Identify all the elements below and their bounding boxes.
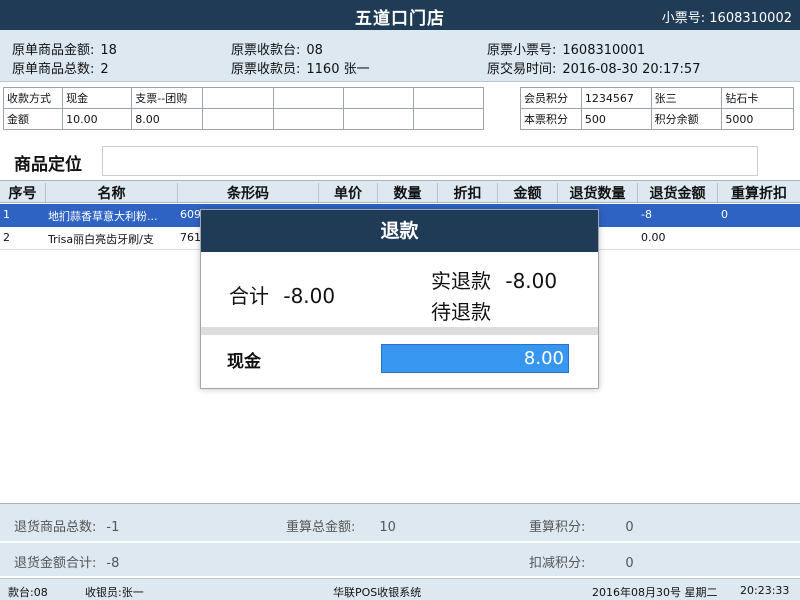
member-table: 会员积分 1234567 张三 钻石卡 本票积分 500 积分余额 5000 xyxy=(520,87,794,130)
row-no: 2 xyxy=(3,231,10,244)
dialog-separator xyxy=(201,327,598,335)
original-count: 原单商品总数: 2 xyxy=(12,62,109,77)
payment-method-cell[interactable] xyxy=(202,87,274,109)
ticket-label: 小票号: xyxy=(661,11,706,26)
row-name: 地扪蒜香草意大利粉... xyxy=(48,210,158,223)
return-count: 退货商品总数: -1 xyxy=(14,520,120,535)
row-no: 1 xyxy=(3,208,10,221)
row-return-amount[interactable]: 0.00 xyxy=(641,231,666,244)
column-header-recalc-discount[interactable]: 重算折扣 xyxy=(718,183,800,202)
return-amount-total: 退货金额合计: -8 xyxy=(14,556,120,571)
cash-label: 现金 xyxy=(227,352,261,372)
original-register: 原票收款台: 08 xyxy=(231,43,323,58)
column-header-amount[interactable]: 金额 xyxy=(498,183,558,202)
status-system-name: 华联POS收银系统 xyxy=(333,586,422,599)
column-header-return-amount[interactable]: 退货金额 xyxy=(638,183,718,202)
original-ticket: 原票小票号: 1608310001 xyxy=(487,43,646,58)
payment-amount-row: 金额 10.00 8.00 xyxy=(2,108,485,130)
payment-method-row: 收款方式 现金 支票--团购 xyxy=(2,87,485,109)
pending-refund: 待退款 xyxy=(431,300,491,324)
row-barcode: 609 xyxy=(180,208,201,221)
payment-method-label: 收款方式 xyxy=(2,87,64,109)
status-register: 款台:08 xyxy=(8,586,48,599)
status-cashier: 收银员:张一 xyxy=(85,586,144,599)
member-card-level: 钻石卡 xyxy=(721,87,794,109)
original-amount: 原单商品金额: 18 xyxy=(12,43,117,58)
payment-method-cell[interactable]: 支票--团购 xyxy=(131,87,204,109)
refund-dialog: 退款 合计 -8.00 实退款 -8.00 待退款 现金 8.00 xyxy=(200,209,599,389)
ticket-points-label: 本票积分 xyxy=(520,108,582,130)
payment-table: 收款方式 现金 支票--团购 金额 10.00 8.00 xyxy=(2,87,485,130)
recalc-points: 重算积分: 0 xyxy=(529,520,634,535)
payment-method-cell[interactable] xyxy=(412,87,485,109)
member-name: 张三 xyxy=(650,87,723,109)
product-locator-label: 商品定位 xyxy=(14,155,82,175)
payment-amount-cell[interactable] xyxy=(202,108,274,130)
payment-amount-cell[interactable] xyxy=(272,108,344,130)
points-balance-label: 积分余额 xyxy=(650,108,723,130)
actual-refund: 实退款 -8.00 xyxy=(431,269,558,293)
payment-amount-cell[interactable] xyxy=(342,108,414,130)
column-header-discount[interactable]: 折扣 xyxy=(438,183,498,202)
points-balance-value: 5000 xyxy=(721,108,794,130)
member-id: 1234567 xyxy=(580,87,652,109)
column-header-no[interactable]: 序号 xyxy=(0,183,46,202)
original-ticket-info: 原单商品金额: 18 原单商品总数: 2 原票收款台: 08 原票收款员: 1160 张… xyxy=(0,30,800,82)
payment-method-cell[interactable] xyxy=(272,87,344,109)
payment-amount-cell[interactable]: 8.00 xyxy=(131,108,204,130)
refund-dialog-title: 退款 xyxy=(201,210,598,252)
row-name: Trisa丽白亮齿牙刷/支 xyxy=(48,233,154,246)
refund-total: 合计 -8.00 xyxy=(229,284,336,308)
deduct-points: 扣减积分: 0 xyxy=(529,556,634,571)
ticket-points-value: 500 xyxy=(580,108,652,130)
column-header-quantity[interactable]: 数量 xyxy=(378,183,438,202)
payment-amount-cell[interactable]: 10.00 xyxy=(62,108,133,130)
column-header-barcode[interactable]: 条形码 xyxy=(178,183,319,202)
original-cashier: 原票收款员: 1160 张一 xyxy=(231,62,370,77)
status-time: 20:23:33 xyxy=(740,584,790,597)
column-header-return-quantity[interactable]: 退货数量 xyxy=(558,183,638,202)
payment-method-cell[interactable]: 现金 xyxy=(62,87,133,109)
recalc-total: 重算总金额: 10 xyxy=(286,520,396,535)
summary-divider xyxy=(0,541,800,543)
status-bar: 款台:08 收银员:张一 华联POS收银系统 2016年08月30号 星期二 2… xyxy=(0,578,800,600)
status-date: 2016年08月30号 星期二 xyxy=(592,586,718,599)
product-grid-header: 序号 名称 条形码 单价 数量 折扣 金额 退货数量 退货金额 重算折扣 xyxy=(0,180,800,203)
row-recalc-discount[interactable]: 0 xyxy=(721,208,728,221)
row-return-amount[interactable]: -8 xyxy=(641,208,652,221)
title-bar: 五道口门店 小票号: 1608310002 xyxy=(0,0,800,30)
ticket-points-row: 本票积分 500 积分余额 5000 xyxy=(520,108,794,130)
payment-amount-cell[interactable] xyxy=(412,108,485,130)
column-header-price[interactable]: 单价 xyxy=(319,183,378,202)
column-header-name[interactable]: 名称 xyxy=(46,183,178,202)
ticket-value: 1608310002 xyxy=(709,11,792,26)
member-points-row: 会员积分 1234567 张三 钻石卡 xyxy=(520,87,794,109)
payment-method-cell[interactable] xyxy=(342,87,414,109)
cash-amount-input[interactable]: 8.00 xyxy=(381,344,569,373)
member-points-label: 会员积分 xyxy=(520,87,582,109)
payment-amount-label: 金额 xyxy=(2,108,64,130)
ticket-number-display: 小票号: 1608310002 xyxy=(662,7,792,26)
return-summary: 退货商品总数: -1 重算总金额: 10 重算积分: 0 退货金额合计: -8 扣减积分… xyxy=(0,504,800,576)
product-locator-input[interactable] xyxy=(102,146,758,176)
original-time: 原交易时间: 2016-08-30 20:17:57 xyxy=(487,62,701,77)
